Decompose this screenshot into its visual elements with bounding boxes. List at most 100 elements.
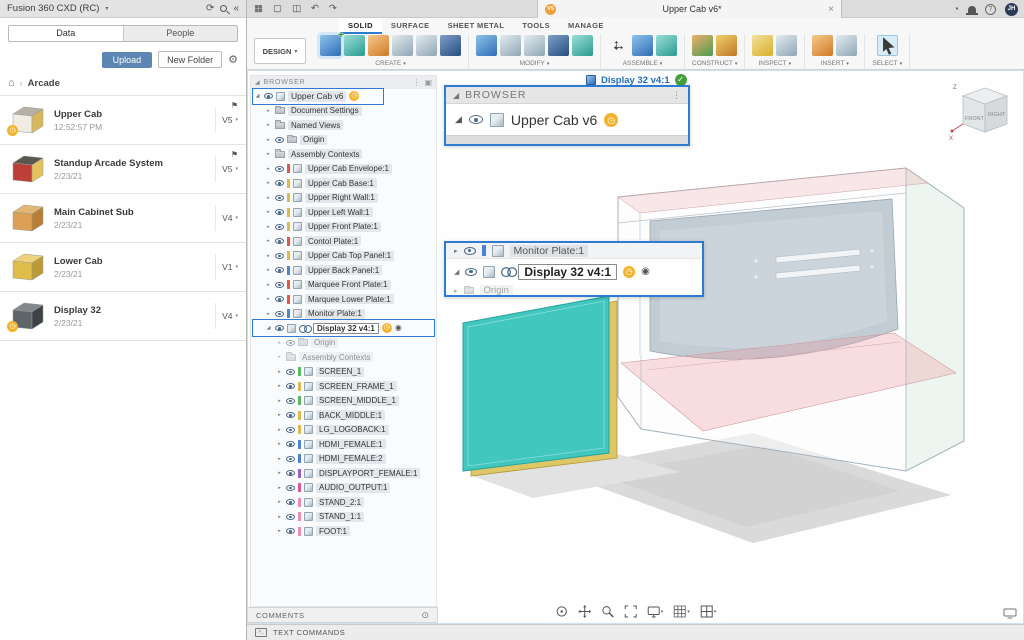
group-label-assemble[interactable]: ASSEMBLE▾	[623, 60, 663, 67]
expand-arrow-icon[interactable]: ▸	[276, 398, 283, 404]
group-label-construct[interactable]: CONSTRUCT▾	[692, 60, 737, 67]
app-grid-icon[interactable]: ▦	[254, 3, 263, 14]
visibility-eye-icon[interactable]	[275, 238, 284, 244]
move-icon[interactable]: ↔↔	[608, 35, 629, 56]
chevron-down-icon[interactable]: ▾	[105, 5, 108, 12]
expand-arrow-icon[interactable]: ▸	[276, 499, 283, 505]
viewcube-right-label[interactable]: RIGHT	[988, 112, 1006, 118]
view-cube[interactable]: FRONT RIGHT X Z	[947, 79, 1017, 143]
joint-icon[interactable]	[656, 35, 677, 56]
search-icon[interactable]	[220, 5, 227, 12]
browser-row[interactable]: ◢Display 32 v4:1◷◉	[251, 321, 436, 336]
expand-arrow-icon[interactable]: ▸	[276, 441, 283, 447]
visibility-eye-icon[interactable]	[286, 340, 295, 346]
browser-row[interactable]: ▸STAND_2:1	[251, 495, 436, 510]
group-label-create[interactable]: CREATE▾	[375, 60, 405, 67]
expand-arrow-icon[interactable]: ▸	[265, 209, 272, 215]
new-component-icon[interactable]	[320, 35, 341, 56]
group-label-insert[interactable]: INSERT▾	[821, 60, 849, 67]
browser-row[interactable]: ◢Upper Cab v6◷	[251, 89, 436, 104]
select-icon[interactable]	[877, 35, 898, 56]
orbit-icon[interactable]	[555, 605, 568, 618]
version-dropdown[interactable]: V1▾	[215, 254, 238, 280]
gear-icon[interactable]: ⚙	[228, 53, 238, 66]
close-icon[interactable]: ×	[828, 4, 834, 15]
create-sketch-icon[interactable]	[344, 35, 365, 56]
expand-arrow-icon[interactable]: ▸	[276, 514, 283, 520]
browser-row[interactable]: ▸Upper Right Wall:1	[251, 191, 436, 206]
visibility-eye-icon[interactable]	[286, 456, 295, 462]
ribbon-tab-solid[interactable]: SOLID	[339, 18, 382, 34]
version-dropdown[interactable]: V5▾	[215, 156, 238, 182]
visibility-eye-icon[interactable]	[275, 311, 284, 317]
dock-icon[interactable]: ▣	[424, 78, 432, 87]
browser-row[interactable]: ▸Upper Left Wall:1	[251, 205, 436, 220]
visibility-eye-icon[interactable]	[286, 470, 295, 476]
browser-row[interactable]: ▸SCREEN_FRAME_1	[251, 379, 436, 394]
zoom-icon[interactable]	[601, 605, 614, 618]
expand-arrow-icon[interactable]: ▸	[276, 383, 283, 389]
combine-icon[interactable]	[548, 35, 569, 56]
browser-row[interactable]: ▸Origin	[251, 133, 436, 148]
version-dropdown[interactable]: V5▾	[215, 107, 238, 133]
avatar[interactable]: JH	[1005, 3, 1018, 16]
ribbon-tab-surface[interactable]: SURFACE	[382, 18, 439, 34]
upload-button[interactable]: Upload	[102, 52, 153, 68]
new-document-icon[interactable]: ▢	[273, 3, 282, 14]
help-icon[interactable]: ?	[985, 4, 996, 15]
ribbon-tab-sheet-metal[interactable]: SHEET METAL	[439, 18, 514, 34]
version-dropdown[interactable]: V4▾	[215, 205, 238, 231]
browser-row[interactable]: ▸HDMI_FEMALE:1	[251, 437, 436, 452]
visibility-eye-icon[interactable]	[286, 528, 295, 534]
visibility-eye-icon[interactable]	[286, 427, 295, 433]
visibility-eye-icon[interactable]	[286, 369, 295, 375]
expand-arrow-icon[interactable]: ◢	[254, 93, 261, 99]
browser-row[interactable]: ▸Upper Front Plate:1	[251, 220, 436, 235]
expand-arrow-icon[interactable]: ▸	[265, 224, 272, 230]
breadcrumb-folder[interactable]: Arcade	[28, 78, 60, 89]
browser-row[interactable]: ▸Monitor Plate:1	[251, 307, 436, 322]
expand-arrow-icon[interactable]: ▸	[276, 354, 283, 360]
browser-row[interactable]: ▸Upper Back Panel:1	[251, 263, 436, 278]
ribbon-tab-manage[interactable]: MANAGE	[559, 18, 613, 34]
browser-row[interactable]: ▸Marquee Front Plate:1	[251, 278, 436, 293]
grid-settings-icon[interactable]: ▾	[673, 605, 690, 618]
expand-arrow-icon[interactable]: ▸	[276, 427, 283, 433]
expand-arrow-icon[interactable]: ▸	[265, 122, 272, 128]
visibility-eye-icon[interactable]	[264, 93, 273, 99]
visibility-eye-icon[interactable]	[286, 441, 295, 447]
expand-arrow-icon[interactable]: ▸	[265, 180, 272, 186]
redo-icon[interactable]: ↷	[329, 3, 337, 14]
viewcube-front-label[interactable]: FRONT	[965, 116, 985, 122]
expand-arrow-icon[interactable]: ▸	[265, 151, 272, 157]
visibility-eye-icon[interactable]	[275, 325, 284, 331]
visibility-eye-icon[interactable]	[286, 499, 295, 505]
new-component-assemble-icon[interactable]	[632, 35, 653, 56]
design-workspace-dropdown[interactable]: DESIGN ▾	[254, 38, 306, 64]
expand-arrow-icon[interactable]: ▸	[276, 412, 283, 418]
refresh-icon[interactable]: ⟳	[206, 3, 214, 14]
fillet-icon[interactable]	[500, 35, 521, 56]
measure-icon[interactable]	[752, 35, 773, 56]
expand-arrow-icon[interactable]: ▸	[265, 296, 272, 302]
dots-icon[interactable]: ⋮	[412, 78, 420, 87]
create-form-icon[interactable]	[368, 35, 389, 56]
browser-panel-header[interactable]: ◢ BROWSER ⋮ ▣	[251, 76, 436, 89]
display-settings-icon[interactable]: ▾	[647, 605, 664, 618]
browser-row[interactable]: ▸Assembly Contexts	[251, 350, 436, 365]
tab-people[interactable]: People	[123, 26, 238, 41]
expand-arrow-icon[interactable]: ▸	[265, 166, 272, 172]
list-item[interactable]: ◷Upper Cab12:52:57 PMV5▾⚑	[0, 96, 246, 145]
browser-row[interactable]: ▸HDMI_FEMALE:2	[251, 452, 436, 467]
browser-row[interactable]: ▸Origin	[251, 336, 436, 351]
insert-mesh-icon[interactable]	[812, 35, 833, 56]
list-item[interactable]: Main Cabinet Sub2/23/21V4▾	[0, 194, 246, 243]
comments-bar[interactable]: COMMENTS ⊙	[248, 607, 438, 623]
sweep-icon[interactable]	[440, 35, 461, 56]
offset-face-icon[interactable]	[572, 35, 593, 56]
visibility-eye-icon[interactable]	[275, 253, 284, 259]
expand-arrow-icon[interactable]: ▸	[265, 108, 272, 114]
display-screen[interactable]	[463, 296, 609, 471]
browser-row[interactable]: ▸DISPLAYPORT_FEMALE:1	[251, 466, 436, 481]
visibility-eye-icon[interactable]	[275, 296, 284, 302]
